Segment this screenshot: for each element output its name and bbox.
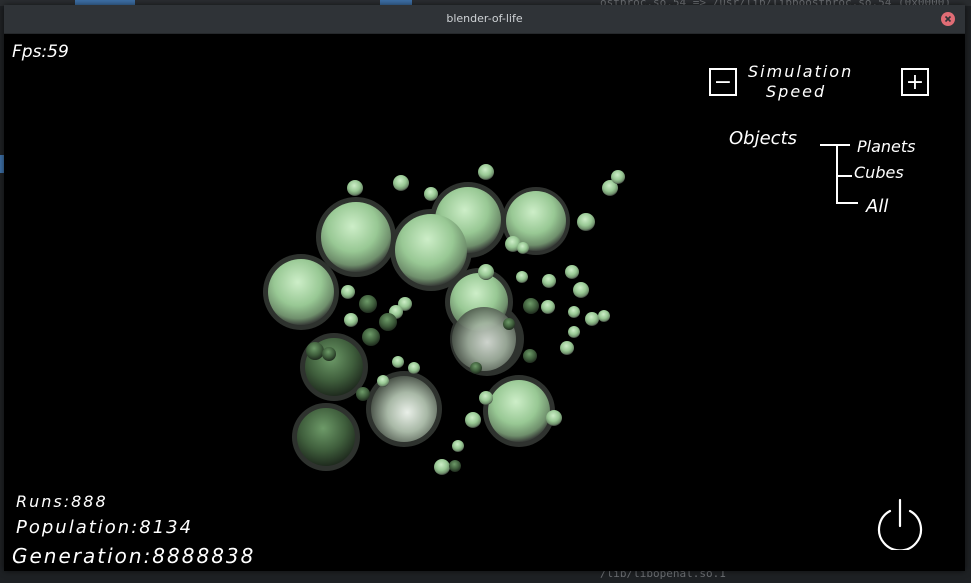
fps-counter: Fps:59 — [12, 42, 69, 62]
sphere — [268, 259, 334, 325]
speed-label-line2: Speed — [766, 82, 827, 101]
tree-connector — [836, 202, 858, 204]
sphere — [488, 380, 550, 442]
close-button[interactable] — [941, 12, 955, 26]
close-icon — [944, 15, 952, 23]
population-counter: Population:8134 — [16, 517, 194, 538]
objects-option-all[interactable]: All — [866, 196, 888, 217]
speed-decrease-button[interactable]: − — [709, 68, 737, 96]
simulation-viewport[interactable]: Fps:59 − Simulation Speed + Objects Plan… — [4, 34, 965, 571]
objects-label: Objects — [729, 128, 798, 149]
window-title: blender-of-life — [446, 12, 523, 25]
titlebar: blender-of-life — [4, 5, 965, 34]
sphere — [297, 408, 355, 466]
power-button[interactable] — [874, 498, 926, 552]
tree-connector — [836, 145, 838, 203]
speed-increase-button[interactable]: + — [901, 68, 929, 96]
sphere — [321, 202, 391, 272]
objects-option-cubes[interactable]: Cubes — [854, 163, 904, 182]
sphere — [395, 214, 467, 286]
sphere-scene — [263, 164, 625, 475]
simulation-speed-label: Simulation Speed — [748, 62, 853, 102]
tree-connector — [820, 144, 850, 146]
power-icon — [877, 498, 923, 552]
generation-counter: Generation:8888838 — [12, 544, 256, 568]
speed-label-line1: Simulation — [748, 62, 854, 81]
app-window: blender-of-life Fps:59 − Simulation Spee… — [4, 5, 965, 571]
runs-counter: Runs:888 — [16, 492, 108, 511]
tree-connector — [836, 175, 852, 177]
objects-option-planets[interactable]: Planets — [857, 137, 916, 156]
sphere — [452, 307, 516, 371]
